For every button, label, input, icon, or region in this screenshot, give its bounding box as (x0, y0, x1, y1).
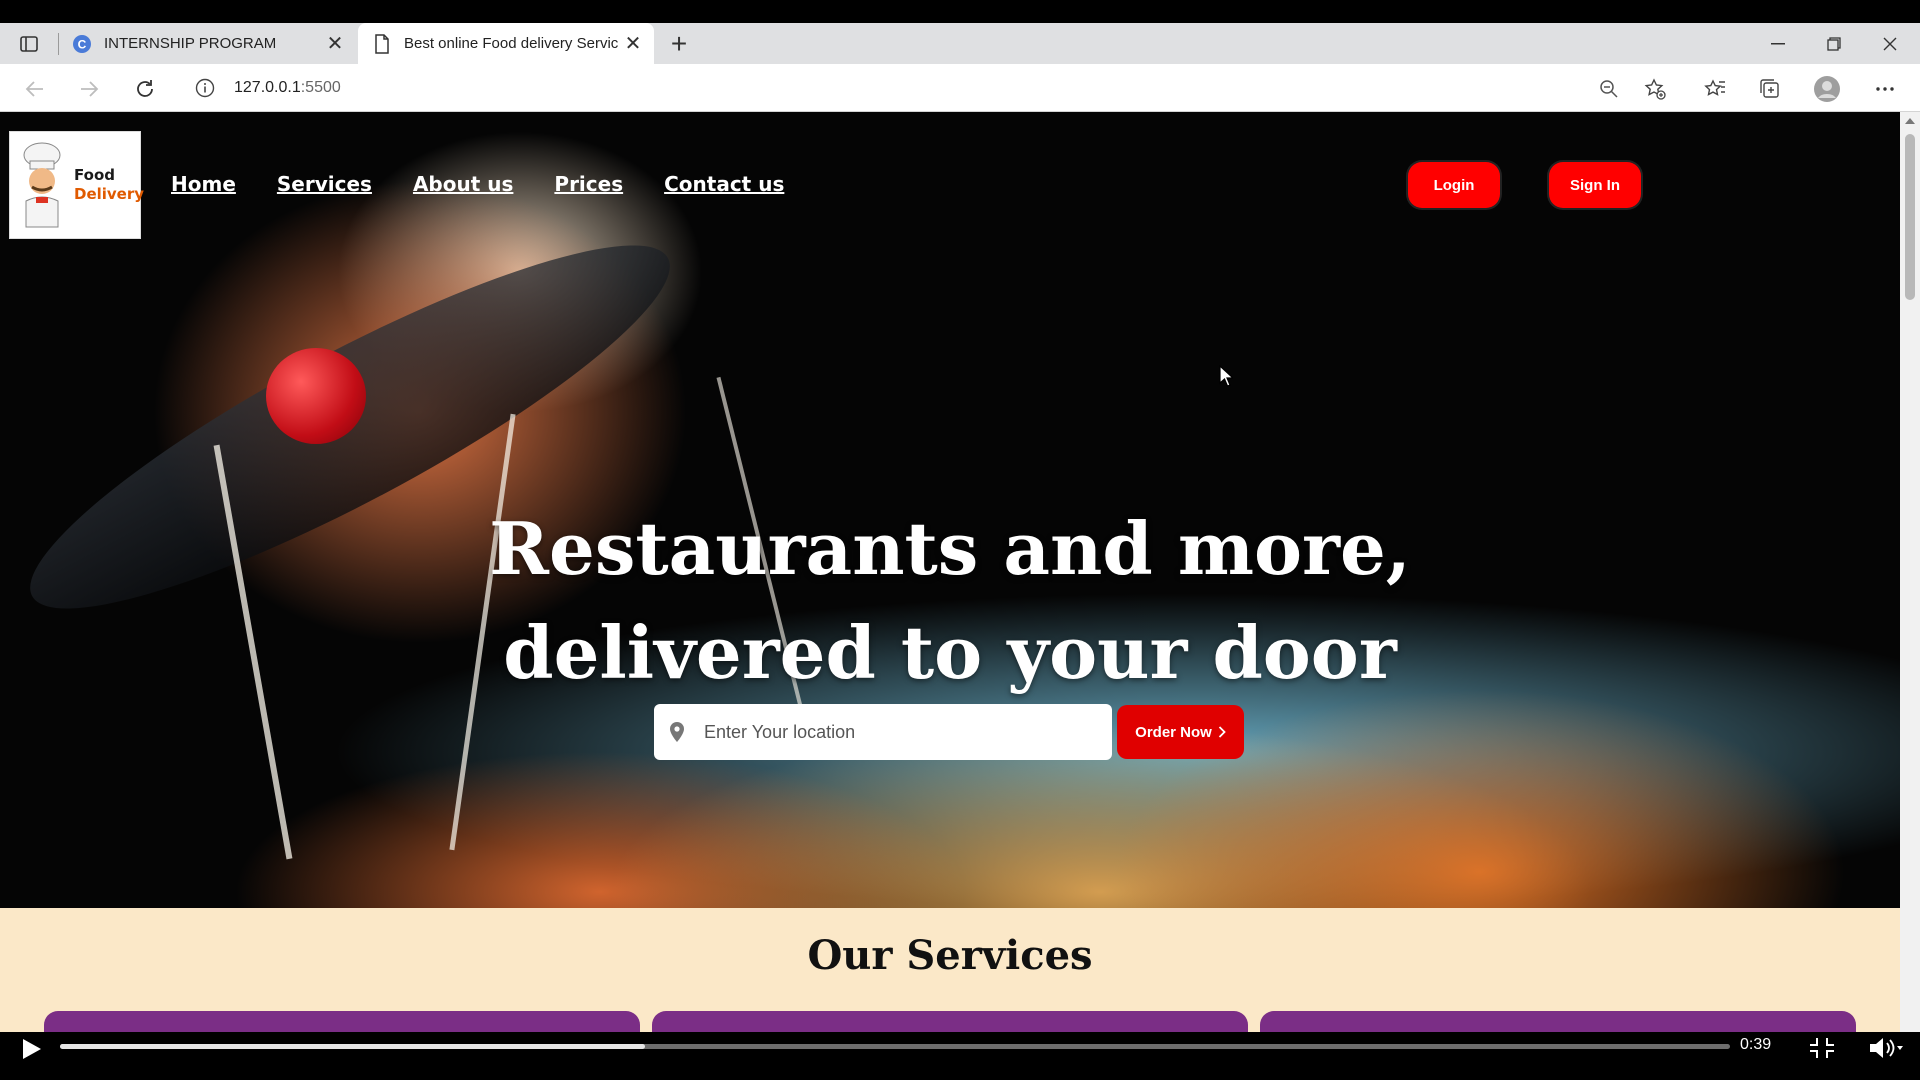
back-icon[interactable] (18, 72, 52, 106)
tab-title: Best online Food delivery Servic (404, 35, 619, 52)
scroll-up-icon[interactable] (1905, 118, 1915, 124)
tab-title: INTERNSHIP PROGRAM (104, 35, 277, 52)
video-progress-fill (60, 1044, 645, 1049)
sign-in-button[interactable]: Sign In (1549, 162, 1641, 208)
close-window-icon[interactable] (1862, 23, 1918, 64)
refresh-icon[interactable] (128, 72, 162, 106)
hero-headline: Restaurants and more, delivered to your … (0, 497, 1900, 705)
exit-fullscreen-icon[interactable] (1808, 1036, 1836, 1060)
logo-line-2: Delivery (74, 185, 145, 203)
order-now-button[interactable]: Order Now (1117, 705, 1244, 759)
url-host: 127.0.0.1 (234, 79, 301, 96)
tab-internship[interactable]: C INTERNSHIP PROGRAM ✕ (66, 23, 356, 64)
new-tab-icon[interactable]: + (664, 29, 694, 59)
restore-icon[interactable] (1806, 23, 1862, 64)
favorites-icon[interactable] (1698, 72, 1732, 106)
internship-favicon-icon: C (72, 34, 92, 54)
minimize-icon[interactable] (1750, 23, 1806, 64)
volume-icon[interactable] (1868, 1036, 1904, 1060)
location-pin-icon (664, 721, 690, 743)
address-bar[interactable]: 127.0.0.1:5500 (182, 70, 1612, 106)
video-progress-bar[interactable] (60, 1044, 1730, 1049)
login-button[interactable]: Login (1408, 162, 1500, 208)
video-controls-bar (0, 1032, 1920, 1080)
site-logo[interactable]: Food Delivery (9, 131, 144, 239)
browser-toolbar: 127.0.0.1:5500 (0, 64, 1920, 112)
top-band (0, 0, 1920, 23)
play-icon[interactable] (18, 1036, 44, 1062)
page-viewport: Food Delivery Home Services About us Pri… (0, 112, 1900, 1032)
tab-actions-icon[interactable] (14, 31, 44, 57)
logo-text: Food Delivery (74, 166, 144, 204)
service-card[interactable] (44, 1011, 640, 1032)
add-favorite-icon[interactable] (1638, 72, 1672, 106)
url-port: :5500 (300, 79, 341, 96)
nav-prices[interactable]: Prices (554, 172, 623, 196)
page-scrollbar[interactable] (1900, 112, 1920, 1032)
nav-services[interactable]: Services (277, 172, 372, 196)
chevron-right-icon (1218, 726, 1226, 738)
service-card[interactable] (1260, 1011, 1856, 1032)
url-text: 127.0.0.1:5500 (234, 79, 341, 97)
scroll-thumb[interactable] (1905, 134, 1915, 300)
location-input[interactable] (704, 721, 1084, 743)
forward-icon[interactable] (72, 72, 106, 106)
mouse-cursor-icon (1219, 364, 1235, 392)
service-card[interactable] (652, 1011, 1248, 1032)
screen: C INTERNSHIP PROGRAM ✕ Best online Food … (0, 0, 1920, 1080)
headline-line-2: delivered to your door (503, 610, 1397, 695)
hero-section: Food Delivery Home Services About us Pri… (0, 112, 1900, 908)
close-tab-icon[interactable]: ✕ (620, 31, 646, 57)
headline-line-1: Restaurants and more, (489, 506, 1411, 591)
close-tab-icon[interactable]: ✕ (322, 31, 348, 57)
location-search (654, 704, 1112, 760)
zoom-out-icon[interactable] (1592, 72, 1626, 106)
nav-contact-us[interactable]: Contact us (664, 172, 784, 196)
services-section: Our Services (0, 908, 1900, 1032)
logo-line-1: Food (74, 166, 115, 184)
order-now-label: Order Now (1135, 723, 1212, 741)
site-info-icon[interactable] (190, 78, 220, 98)
more-menu-icon[interactable] (1868, 72, 1902, 106)
main-nav: Home Services About us Prices Contact us (171, 172, 825, 196)
chef-logo-icon (16, 140, 72, 230)
video-time: 0:39 (1740, 1036, 1772, 1053)
nav-home[interactable]: Home (171, 172, 236, 196)
nav-about-us[interactable]: About us (413, 172, 513, 196)
page-favicon-icon (372, 33, 392, 54)
hero-image-tomato (266, 348, 366, 444)
tab-food-delivery[interactable]: Best online Food delivery Servic ✕ (358, 23, 654, 64)
tab-strip: C INTERNSHIP PROGRAM ✕ Best online Food … (0, 23, 1920, 64)
tab-separator (58, 33, 59, 55)
profile-avatar-icon[interactable] (1810, 72, 1844, 106)
svg-text:C: C (78, 37, 87, 51)
services-title: Our Services (807, 932, 1093, 979)
collections-icon[interactable] (1753, 72, 1787, 106)
